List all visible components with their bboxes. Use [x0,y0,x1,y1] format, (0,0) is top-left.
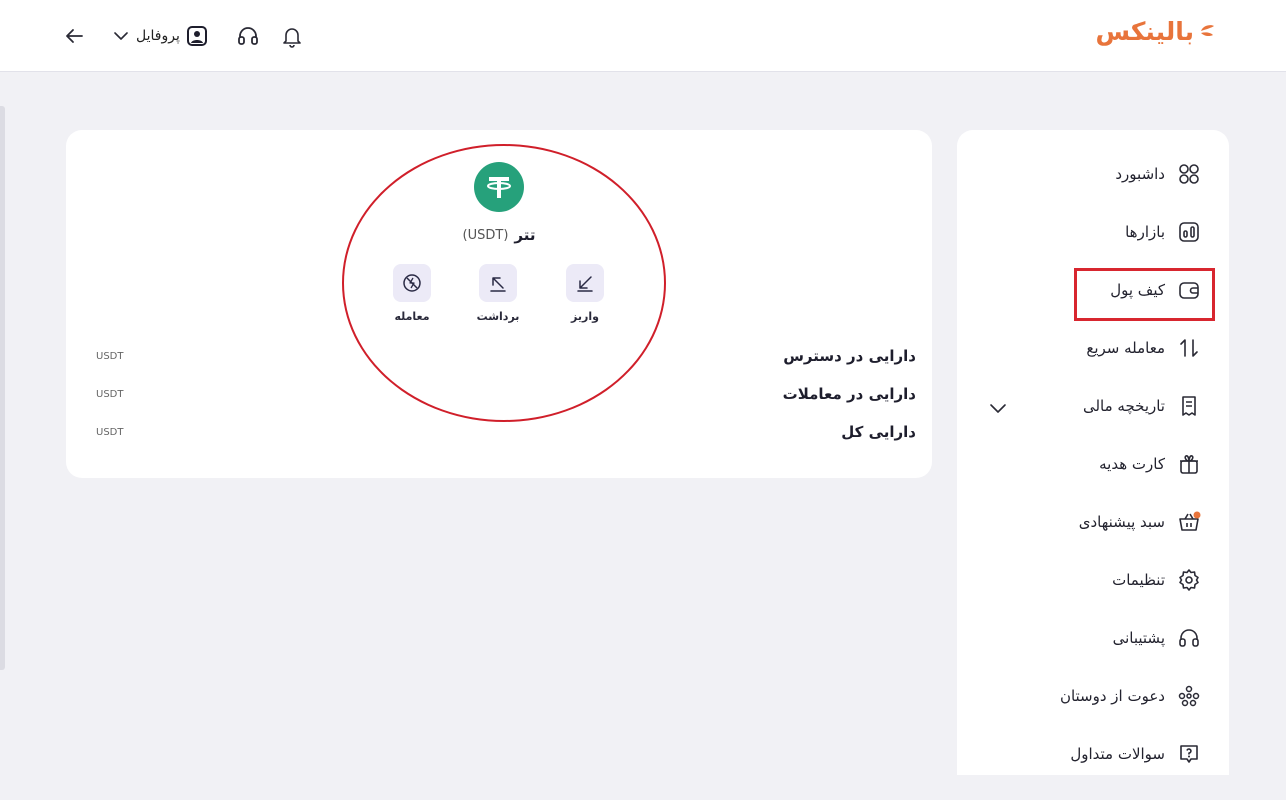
withdraw-arrow-icon [490,277,506,292]
scroll-strip[interactable] [0,106,5,670]
sidebar-item-label: تنظیمات [1112,571,1165,589]
sidebar-item-dashboard[interactable]: داشبورد [1115,154,1201,194]
profile-menu-button[interactable]: پروفایل [112,22,208,50]
trade-button[interactable]: معامله [382,264,442,323]
balance-row-total: USDT دارایی کل [96,420,916,444]
header-actions: پروفایل [60,20,306,52]
balance-row-in-trades: USDT دارایی در معاملات [96,382,916,406]
coin-symbol: (USDT) [462,227,509,243]
balance-row-available: USDT دارایی در دسترس [96,344,916,368]
trade-icon-box [393,264,431,302]
arrow-left-icon [66,29,83,43]
sidebar-item-invite-friends[interactable]: دعوت از دوستان [1060,676,1201,716]
balance-unit: USDT [96,388,124,400]
trade-slash-icon [403,274,421,292]
bell-icon [283,28,301,48]
coin-title: تتر (USDT) [396,224,602,246]
back-button[interactable] [60,22,88,50]
markets-chart-icon [1177,220,1201,244]
sidebar-item-label: سوالات متداول [1070,745,1165,763]
top-header: بالینکس پروفایل [0,0,1286,72]
gear-icon [1177,568,1201,592]
deposit-button[interactable]: واریز [555,264,615,323]
sidebar-item-financial-history[interactable]: تاریخچه مالی [1083,386,1201,426]
question-bubble-icon [1177,742,1201,766]
sidebar-item-settings[interactable]: تنظیمات [1112,560,1201,600]
sidebar-item-faq[interactable]: سوالات متداول [1070,734,1201,774]
sidebar-item-markets[interactable]: بازارها [1125,212,1201,252]
headset-icon [1177,626,1201,650]
sidebar-item-label: سبد پیشنهادی [1078,513,1165,531]
deposit-icon-box [566,264,604,302]
sidebar-item-label: تاریخچه مالی [1082,397,1165,415]
wallet-annotation-box [1074,268,1215,321]
sidebar-item-label: کارت هدیه [1099,455,1165,473]
headset-icon [237,27,258,45]
chevron-down-icon [114,32,128,40]
receipt-icon [1177,394,1201,418]
tether-icon [487,177,511,198]
sidebar-item-gift-card[interactable]: کارت هدیه [1099,444,1201,484]
sidebar-item-label: معامله سریع [1086,339,1165,357]
tether-logo [474,162,524,212]
sidebar-item-suggested-basket[interactable]: سبد پیشنهادی [1079,502,1201,542]
swap-arrows-icon [1177,336,1201,360]
sidebar-item-quick-trade[interactable]: معامله سریع [1086,328,1201,368]
withdraw-label: برداشت [476,310,520,323]
financial-history-expand-button[interactable] [987,397,1009,419]
gift-icon [1177,452,1201,476]
deposit-arrow-icon [577,276,593,292]
deposit-label: واریز [571,310,599,323]
sidebar-item-label: پشتیبانی [1112,629,1165,647]
user-icon [186,26,207,46]
support-button[interactable] [234,22,262,50]
logo-leaf-icon [1201,25,1214,37]
balance-unit: USDT [96,350,124,362]
coin-name: تتر [514,226,536,244]
sidebar-item-support[interactable]: پشتیبانی [1113,618,1201,658]
coin-detail-card: تتر (USDT) واریز برداشت معامله USDT دارا… [66,130,932,478]
profile-label: پروفایل [136,28,180,44]
balance-label: دارایی در معاملات [782,385,916,403]
balance-label: دارایی کل [841,423,916,441]
notifications-button[interactable] [278,22,306,50]
sidebar-item-label: بازارها [1125,223,1165,241]
sidebar-item-label: دعوت از دوستان [1059,687,1165,705]
logo-text: بالینکس [1095,16,1194,46]
brand-logo[interactable]: بالینکس [1096,14,1216,48]
balance-unit: USDT [96,426,124,438]
sidebar-item-label: داشبورد [1115,165,1165,183]
withdraw-icon-box [479,264,517,302]
chevron-down-icon [990,404,1006,413]
basket-icon [1177,510,1201,534]
trade-label: معامله [394,310,430,323]
withdraw-button[interactable]: برداشت [468,264,528,323]
dashboard-grid-icon [1177,162,1201,186]
sidebar-nav: داشبورد بازارها کیف پول معامله سریع تاری… [957,130,1229,775]
balance-label: دارایی در دسترس [783,347,916,365]
users-icon [1177,684,1201,708]
